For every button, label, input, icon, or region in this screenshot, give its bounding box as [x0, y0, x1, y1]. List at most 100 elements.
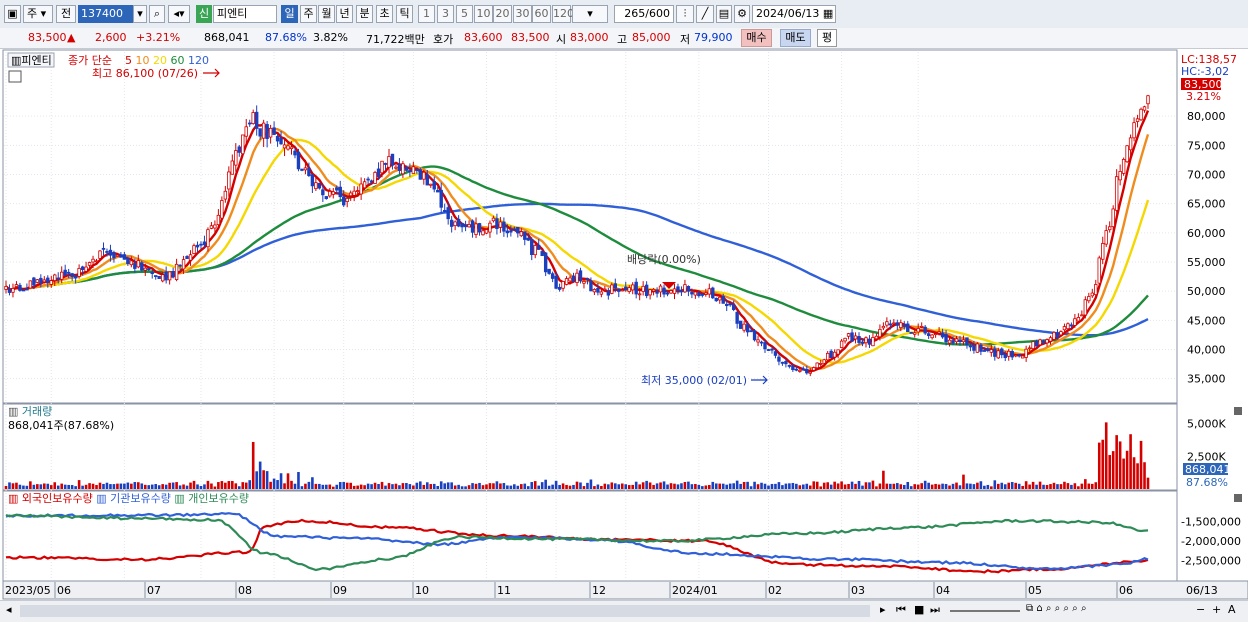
volume-bar [443, 483, 446, 489]
stock-name[interactable]: 피엔티 [213, 5, 277, 23]
volume-ratio: 87.68% [265, 31, 307, 44]
candle-type-icon[interactable]: ⫶ [676, 5, 694, 23]
interval-button-5[interactable]: 30 [513, 5, 532, 23]
average-button[interactable]: 평 [817, 29, 837, 47]
volume-bar [1045, 484, 1049, 489]
volume-bar [130, 483, 133, 489]
volume-bar [1143, 462, 1146, 489]
search-icon[interactable]: ⌕ [149, 5, 165, 23]
volume-panel[interactable] [2, 403, 1178, 491]
candle [780, 361, 785, 364]
candle [397, 164, 402, 171]
volume-bar [680, 483, 683, 489]
candle [648, 289, 652, 296]
interval-button-0[interactable]: 1 [418, 5, 435, 23]
volume-bar [502, 483, 506, 489]
volume-bar [1090, 483, 1094, 489]
volume-bar [687, 481, 690, 489]
zoom-in-icon[interactable]: + [1212, 603, 1221, 616]
volume-bar [990, 486, 993, 489]
period-button-5[interactable]: 초 [376, 5, 393, 23]
candle [442, 210, 447, 212]
volume-bar [377, 484, 380, 489]
interval-button-1[interactable]: 3 [437, 5, 454, 23]
scroll-right-icon[interactable]: ▸ [880, 603, 886, 616]
interval-button-4[interactable]: 20 [493, 5, 512, 23]
holding-panel-close-icon[interactable] [1234, 494, 1242, 502]
volume-bar [311, 477, 314, 489]
ask-price: 83,600 [464, 31, 503, 44]
period-button-0[interactable]: 일 [281, 5, 298, 23]
volume-bar [36, 484, 39, 489]
candle [533, 245, 537, 256]
candle [582, 280, 586, 284]
candle [206, 229, 210, 248]
bottom-scrollbar[interactable]: ◂ ▸ ⏮ ■ ⏭ ⧉ ⌂ ⌕ ⌕ ⌕ ⌕ ⌕ − + A [0, 600, 1248, 622]
code-input[interactable]: 137400 [78, 5, 133, 23]
market-select[interactable]: 주 ▾ [23, 5, 53, 23]
volume-bar [224, 482, 227, 489]
interval-button-3[interactable]: 10 [474, 5, 493, 23]
volume-bar [857, 480, 861, 489]
volume-bar [98, 482, 102, 489]
ma-legend-10: 10 [132, 54, 150, 67]
candle [7, 288, 12, 293]
candle [467, 224, 471, 228]
period-button-2[interactable]: 월 [318, 5, 335, 23]
volume-bar [603, 483, 607, 489]
play-forward-icon[interactable]: ⏭ [930, 603, 940, 617]
volume-bar [321, 484, 325, 489]
interval-button-7[interactable]: 120 [552, 5, 574, 23]
buy-button[interactable]: 매수 [741, 29, 772, 47]
volume-bar [802, 484, 805, 489]
ma-legend-20: 20 [150, 54, 168, 67]
holding-axis-tick: -2,500,000 [1181, 555, 1241, 568]
zoom-out-icon[interactable]: − [1196, 603, 1205, 616]
candle [373, 172, 377, 184]
interval-button-6[interactable]: 60 [532, 5, 551, 23]
candle [512, 228, 517, 231]
date-input[interactable]: 2024/06/13 ▦ [752, 5, 836, 23]
volume-bar [902, 484, 906, 489]
candle [933, 333, 938, 336]
scope-select[interactable]: 전 [56, 5, 76, 23]
zoom-slider[interactable] [950, 610, 1020, 612]
candle [986, 348, 990, 352]
period-button-6[interactable]: 틱 [396, 5, 413, 23]
candle [690, 292, 694, 295]
scroll-left-icon[interactable]: ◂ [6, 603, 12, 616]
candle [822, 359, 826, 364]
interval-button-2[interactable]: 5 [456, 5, 473, 23]
candle [439, 189, 443, 208]
code-dropdown-icon[interactable]: ▾ [133, 5, 147, 23]
period-button-3[interactable]: 년 [336, 5, 353, 23]
play-back-icon[interactable]: ⏮ [896, 603, 906, 617]
period-button-4[interactable]: 분 [356, 5, 373, 23]
bar-count[interactable]: 265/600 [614, 5, 674, 23]
period-button-1[interactable]: 주 [300, 5, 317, 23]
volume-bar [338, 482, 342, 489]
volume-panel-close-icon[interactable] [1234, 407, 1242, 415]
calendar-icon[interactable]: ▦ [823, 7, 833, 20]
volume-bar [725, 484, 729, 489]
sell-button[interactable]: 매도 [780, 29, 811, 47]
font-size-icon[interactable]: A [1228, 603, 1236, 616]
stock-chart[interactable]: 35,000 40,000 45,000 50,000 55,000 60,000 65,0… [0, 48, 1248, 600]
toolbar-tool-icons[interactable]: ⧉ ⌂ ⌕ ⌕ ⌕ ⌕ ⌕ [1026, 603, 1087, 614]
speaker-icon[interactable]: ◂▾ [168, 5, 190, 23]
scroll-track[interactable] [20, 605, 870, 617]
candle [968, 345, 973, 348]
gear-icon[interactable]: ⚙ [734, 5, 750, 23]
volume-bar [53, 482, 57, 489]
candle [557, 286, 562, 290]
line-tool-icon[interactable]: ╱ [696, 5, 714, 23]
volume-bar [255, 471, 258, 489]
volume-bar [488, 483, 492, 489]
volume-bar [1132, 457, 1136, 489]
stop-icon[interactable]: ■ [914, 603, 924, 616]
volume-bar [812, 481, 816, 489]
table-toggle-icon[interactable] [8, 70, 22, 83]
interval-dropdown[interactable]: ▾ [572, 5, 608, 23]
save-icon[interactable]: ▤ [716, 5, 732, 23]
layout-icon[interactable]: ▣ [4, 5, 21, 23]
